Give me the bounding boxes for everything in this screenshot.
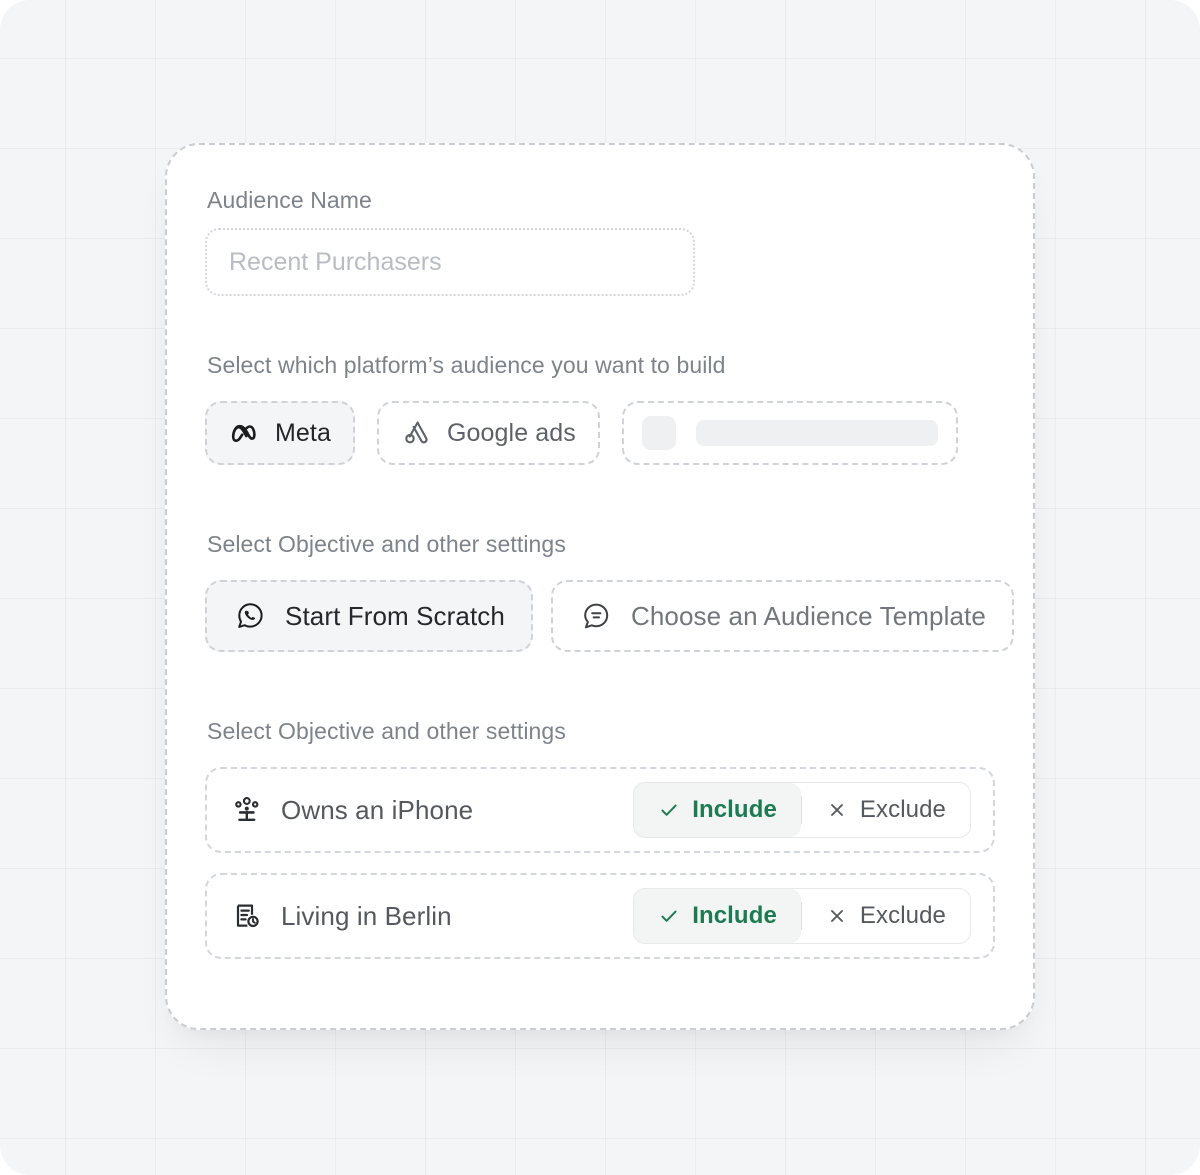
objective-option-label: Start From Scratch: [285, 600, 505, 631]
objective-section-heading: Select Objective and other settings: [207, 531, 566, 557]
include-label: Include: [692, 796, 777, 823]
criteria-list: Owns an iPhone Include Exclude Living in…: [205, 767, 995, 959]
audience-builder-card: Audience Name Select which platform’s au…: [165, 143, 1035, 1030]
include-option[interactable]: Include: [634, 783, 801, 837]
objective-option-choose-template[interactable]: Choose an Audience Template: [550, 580, 1014, 652]
audience-name-input[interactable]: [205, 228, 695, 296]
criteria-row-label: Owns an iPhone: [281, 794, 474, 825]
message-lines-bubble-icon: [579, 599, 613, 633]
platform-option-skeleton[interactable]: [621, 401, 958, 465]
criteria-row: Living in Berlin Include Exclude: [205, 873, 995, 959]
exclude-label: Exclude: [859, 796, 946, 823]
platform-section-heading: Select which platform’s audience you wan…: [207, 352, 726, 378]
platform-option-label: Meta: [275, 418, 331, 447]
exclude-option[interactable]: Exclude: [802, 783, 970, 837]
criteria-section-heading: Select Objective and other settings: [207, 718, 566, 744]
audience-name-label: Audience Name: [207, 187, 372, 213]
objective-chip-row: Start From Scratch Choose an Audience Te…: [205, 580, 1014, 652]
include-option[interactable]: Include: [634, 889, 801, 943]
objective-option-label: Choose an Audience Template: [630, 600, 986, 631]
close-icon: [826, 799, 848, 821]
exclude-option[interactable]: Exclude: [802, 889, 970, 943]
include-exclude-toggle: Include Exclude: [633, 782, 971, 838]
objective-option-start-from-scratch[interactable]: Start From Scratch: [205, 580, 533, 652]
google-ads-logo-icon: [401, 417, 433, 449]
platform-option-google-ads[interactable]: Google ads: [376, 401, 600, 465]
platform-option-meta[interactable]: Meta: [205, 401, 355, 465]
check-icon: [658, 799, 680, 821]
criteria-row-label-group: Living in Berlin: [231, 900, 452, 932]
audience-network-icon: [231, 794, 263, 826]
meta-logo-icon: [229, 417, 261, 449]
check-icon: [658, 905, 680, 927]
close-icon: [826, 905, 848, 927]
whatsapp-bubble-icon: [233, 599, 267, 633]
skeleton-label-placeholder: [695, 420, 938, 446]
criteria-row-label-group: Owns an iPhone: [231, 794, 473, 826]
exclude-label: Exclude: [859, 902, 946, 929]
criteria-row-label: Living in Berlin: [281, 900, 452, 931]
include-exclude-toggle: Include Exclude: [633, 888, 971, 944]
skeleton-icon-placeholder: [641, 416, 676, 450]
include-label: Include: [692, 902, 777, 929]
page-canvas: Audience Name Select which platform’s au…: [0, 0, 1200, 1175]
platform-chip-row: Meta Google ads: [205, 401, 995, 465]
platform-option-label: Google ads: [446, 418, 576, 447]
criteria-row: Owns an iPhone Include Exclude: [205, 767, 995, 853]
document-clock-icon: [231, 900, 263, 932]
